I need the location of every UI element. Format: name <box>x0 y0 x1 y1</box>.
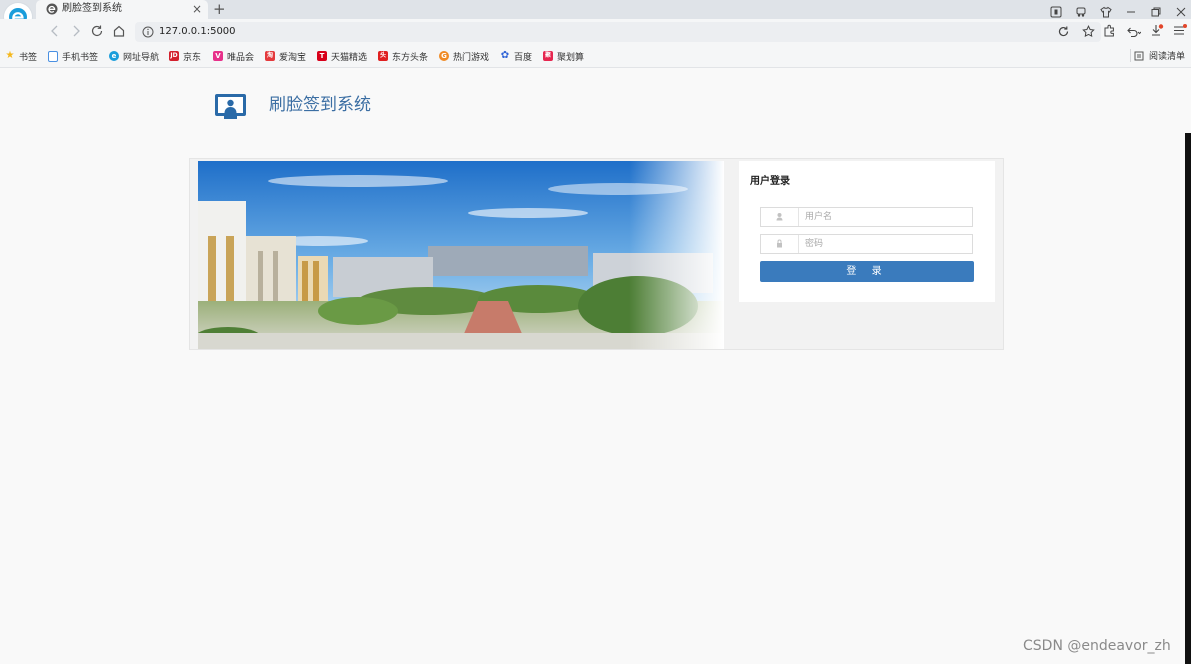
bookmark-item-baidu[interactable]: ✿ 百度 <box>500 49 532 63</box>
bookmark-item-nav[interactable]: e 网址导航 <box>109 49 159 63</box>
address-url[interactable]: 127.0.0.1:5000 <box>159 25 236 39</box>
login-form: 用户登录 登 录 <box>739 161 995 302</box>
bookmark-item-toutiao[interactable]: 头东方头条 <box>378 49 428 63</box>
user-icon <box>761 208 799 226</box>
face-sign-in-logo-icon <box>215 94 246 119</box>
favorite-star-icon[interactable] <box>1082 25 1095 38</box>
taobao-icon: 淘 <box>265 51 275 61</box>
tab-close-icon[interactable]: × <box>192 1 202 17</box>
jd-icon: JD <box>169 51 179 61</box>
bookmark-item-juhuasuan[interactable]: 聚聚划算 <box>543 49 584 63</box>
skin-shirt-icon[interactable] <box>1100 3 1112 18</box>
password-field[interactable] <box>760 234 973 254</box>
lock-icon <box>761 235 799 253</box>
reload-icon[interactable] <box>90 24 104 38</box>
menu-icon[interactable] <box>1173 24 1187 37</box>
download-icon[interactable] <box>1150 24 1164 37</box>
vip-icon: V <box>213 51 223 61</box>
navigation-bar: 127.0.0.1:5000 <box>0 19 1191 44</box>
bookmark-item-tmall[interactable]: T 天猫精选 <box>317 49 367 63</box>
csdn-watermark: CSDN @endeavor_zh <box>1023 638 1171 654</box>
bookmark-item-mobile[interactable]: 手机书签 <box>48 49 98 63</box>
bookmarks-divider <box>1130 49 1131 62</box>
close-window-icon[interactable] <box>1175 3 1187 17</box>
bookmark-item-games[interactable]: G 热门游戏 <box>439 49 489 63</box>
address-bar[interactable]: 127.0.0.1:5000 <box>135 22 1101 42</box>
site-info-icon[interactable] <box>142 26 154 38</box>
game-icon: G <box>439 51 449 61</box>
browser-tab[interactable]: 刷脸签到系统 × <box>36 0 208 19</box>
star-icon: ★ <box>5 50 15 61</box>
browser-e-icon: e <box>109 51 119 61</box>
baidu-paw-icon: ✿ <box>500 50 510 61</box>
tmall-icon: T <box>317 51 327 61</box>
new-tab-button[interactable]: + <box>213 0 226 18</box>
juhuasuan-icon: 聚 <box>543 51 553 61</box>
share-refresh-icon[interactable] <box>1057 25 1070 38</box>
sidebar-panel-icon[interactable] <box>1050 3 1062 18</box>
bookmarks-bar: ★ 书签 手机书签 e 网址导航 JD 京东 V 唯品会 淘爱淘宝 T 天猫精选 头东方头… <box>0 44 1191 68</box>
home-icon[interactable] <box>112 24 126 38</box>
bookmark-item-shuqian[interactable]: ★ 书签 <box>5 49 38 63</box>
campus-banner-image <box>198 161 724 349</box>
window-controls <box>1050 1 1187 18</box>
forward-icon[interactable] <box>69 24 83 38</box>
minimize-icon[interactable] <box>1125 3 1137 15</box>
reading-list-button[interactable]: 阅读清单 <box>1134 49 1185 62</box>
bookmark-item-vip[interactable]: V 唯品会 <box>213 49 254 63</box>
phone-icon <box>48 50 58 62</box>
tab-title: 刷脸签到系统 <box>62 3 122 14</box>
extensions-icon[interactable] <box>1103 24 1116 37</box>
reading-list-icon <box>1134 51 1144 60</box>
collections-icon[interactable] <box>1075 3 1087 17</box>
username-field[interactable] <box>760 207 973 227</box>
password-input[interactable] <box>805 237 965 251</box>
undo-close-icon[interactable] <box>1125 24 1141 37</box>
bookmark-item-jd[interactable]: JD 京东 <box>169 49 201 63</box>
bookmark-item-taobao[interactable]: 淘爱淘宝 <box>265 49 306 63</box>
tab-favicon-icon <box>46 3 58 15</box>
username-input[interactable] <box>805 210 965 224</box>
back-icon[interactable] <box>48 24 62 38</box>
site-title: 刷脸签到系统 <box>269 95 371 115</box>
toutiao-icon: 头 <box>378 51 388 61</box>
restore-icon[interactable] <box>1150 3 1162 17</box>
login-button[interactable]: 登 录 <box>760 261 974 282</box>
login-title: 用户登录 <box>750 176 790 187</box>
scrollbar-edge <box>1185 133 1191 664</box>
